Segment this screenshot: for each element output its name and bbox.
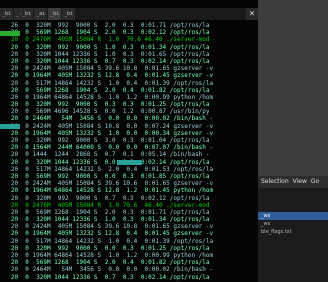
process-row: 20 0 320M 992 9000 S 0.0 0.3 0:01.25 /op… <box>0 244 210 252</box>
process-row: 20 0 2424M 405M 15084 S 10.8 0.0 0:07.24… <box>0 122 214 130</box>
process-list: 26 0 320M 992 9000 S 2.0 0.3 0:01.71 /op… <box>0 22 258 281</box>
file-panel: _ws _ws ble_flags.txt <box>258 188 328 282</box>
process-row: 20 0 2476M 405M 15084 R 1.0 70.6 46.40 .… <box>0 201 210 209</box>
process-row: 20 0 320M 1044 12336 S 1.0 0.3 0:01.65 /… <box>0 50 210 58</box>
process-row: 20 0 1964M 64864 14528 S 1.0 1.2 0:00.99… <box>0 93 214 101</box>
tab-4[interactable]: _bi <box>48 8 62 20</box>
process-row: 20 0 1444 1244 2868 S 0.7 0.1 0:05.14 /b… <box>0 151 210 159</box>
file-item[interactable]: _ws <box>258 212 328 220</box>
file-item[interactable]: ble_flags.txt <box>258 228 328 236</box>
process-row: 20 0 569M 1268 1904 S 2.0 0.4 0:01.82 /o… <box>0 86 210 94</box>
process-row: 20 0 569M 4696 14528 S 0.0 1.2 0:00.87 /… <box>0 108 210 116</box>
3d-viewer[interactable] <box>258 0 328 178</box>
close-icon[interactable]: × <box>246 8 258 20</box>
menu-go[interactable]: Go <box>311 176 319 188</box>
process-marker <box>0 31 20 36</box>
process-row: 20 0 2476M 405M 15084 R 1.0 70.6 46.40 .… <box>0 36 210 44</box>
process-row: 20 0 569M 992 9000 S 0.0 0.3 0:01.85 /op… <box>0 172 210 180</box>
process-row: 20 0 1964M 405M 13232 S 12.8 0.4 0:01.45… <box>0 230 214 238</box>
terminal-tabbar: _bi _-_bi _ai _bi _bi × <box>0 8 258 20</box>
tab-5[interactable]: _bi <box>62 8 76 20</box>
process-row: 20 0 517M 14864 14232 S 1.0 0.4 0:01.39 … <box>0 237 214 245</box>
process-row: 29 0 569M 1268 1904 S 2.0 0.3 0:02.12 /o… <box>0 29 210 37</box>
process-row: 20 0 1564M 244M 64000 S 0.0 0.0 0:07.07 … <box>0 144 214 152</box>
editor-menubar: Selection View Go <box>258 176 328 188</box>
file-item[interactable] <box>258 188 328 196</box>
process-marker <box>0 124 20 129</box>
process-row: 20 0 320M 1044 12336 S 1.0 0.3 0:01.34 /… <box>0 216 210 224</box>
process-row: 20 0 1964M 64864 14528 S 12.8 1.2 0:01.4… <box>0 187 214 195</box>
process-row: 20 0 320M 1044 12336 S 0.7 0.3 0:02.14 /… <box>0 57 210 65</box>
file-item[interactable]: _ws <box>258 220 328 228</box>
tab-2[interactable]: _-_bi <box>14 8 34 20</box>
process-row: 20 0 517M 14864 14232 S 2.0 0.4 0:01.53 … <box>0 165 214 173</box>
process-row: 20 0 1964M 405M 13232 S 12.8 0.4 0:01.45… <box>0 72 214 80</box>
process-row: 20 0 517M 14864 14232 S 1.0 0.4 0:01.39 … <box>0 79 214 87</box>
process-row: 20 0 2424M 405M 15084 S 39.6 10.6 0:01.6… <box>0 180 214 188</box>
process-row: 20 0 320M 1044 12336 S 0.7 0.3 0:02.14 /… <box>0 273 210 281</box>
process-row: 20 0 320M 992 9000 S 0.3 0.3 0:01.25 /op… <box>0 101 210 109</box>
menu-selection[interactable]: Selection <box>261 176 289 188</box>
process-row: 26 0 320M 992 9000 S 2.0 0.3 0:01.71 /op… <box>0 22 210 29</box>
file-item[interactable] <box>258 204 328 212</box>
process-row: 20 0 2464M 54M 3456 S 0.0 0.0 0:00.02 /b… <box>0 266 214 274</box>
process-row: 20 0 320M 992 9000 S 3.0 0.3 0:01.04 /op… <box>0 137 210 144</box>
process-row: 20 0 320M 992 9000 S 1.0 0.3 0:01.34 /op… <box>0 43 210 51</box>
process-row: 20 0 1964M 64864 14528 S 1.0 1.2 0:00.99… <box>0 252 214 259</box>
tab-3[interactable]: _ai <box>34 8 48 20</box>
process-row: 20 0 569M 1268 1904 S 2.0 0.4 0:01.82 /o… <box>0 259 210 267</box>
process-row: 20 0 2424M 405M 15084 S 39.6 10.8 0:01.6… <box>0 65 214 73</box>
file-item[interactable] <box>258 196 328 204</box>
process-row: 20 0 320M 992 9000 S 0.7 0.3 0:02.12 /op… <box>0 194 210 202</box>
process-row: 20 0 1964M 405M 13232 S 1.0 0.0 0:00.34 … <box>0 129 214 137</box>
process-row: 20 0 2424M 405M 15084 S 39.6 10.8 0:01.6… <box>0 223 214 231</box>
process-row: 20 0 569M 1268 1904 S 2.0 0.3 0:01.71 /o… <box>0 208 210 216</box>
terminal-window[interactable]: _bi _-_bi _ai _bi _bi × 26 0 320M 992 90… <box>0 0 258 282</box>
tab-1[interactable]: _bi <box>0 8 14 20</box>
process-row: 20 0 2464M 54M 3456 S 0.0 0.0 0:00.02 /b… <box>0 115 214 123</box>
menu-view[interactable]: View <box>293 176 307 188</box>
process-marker <box>117 160 142 165</box>
